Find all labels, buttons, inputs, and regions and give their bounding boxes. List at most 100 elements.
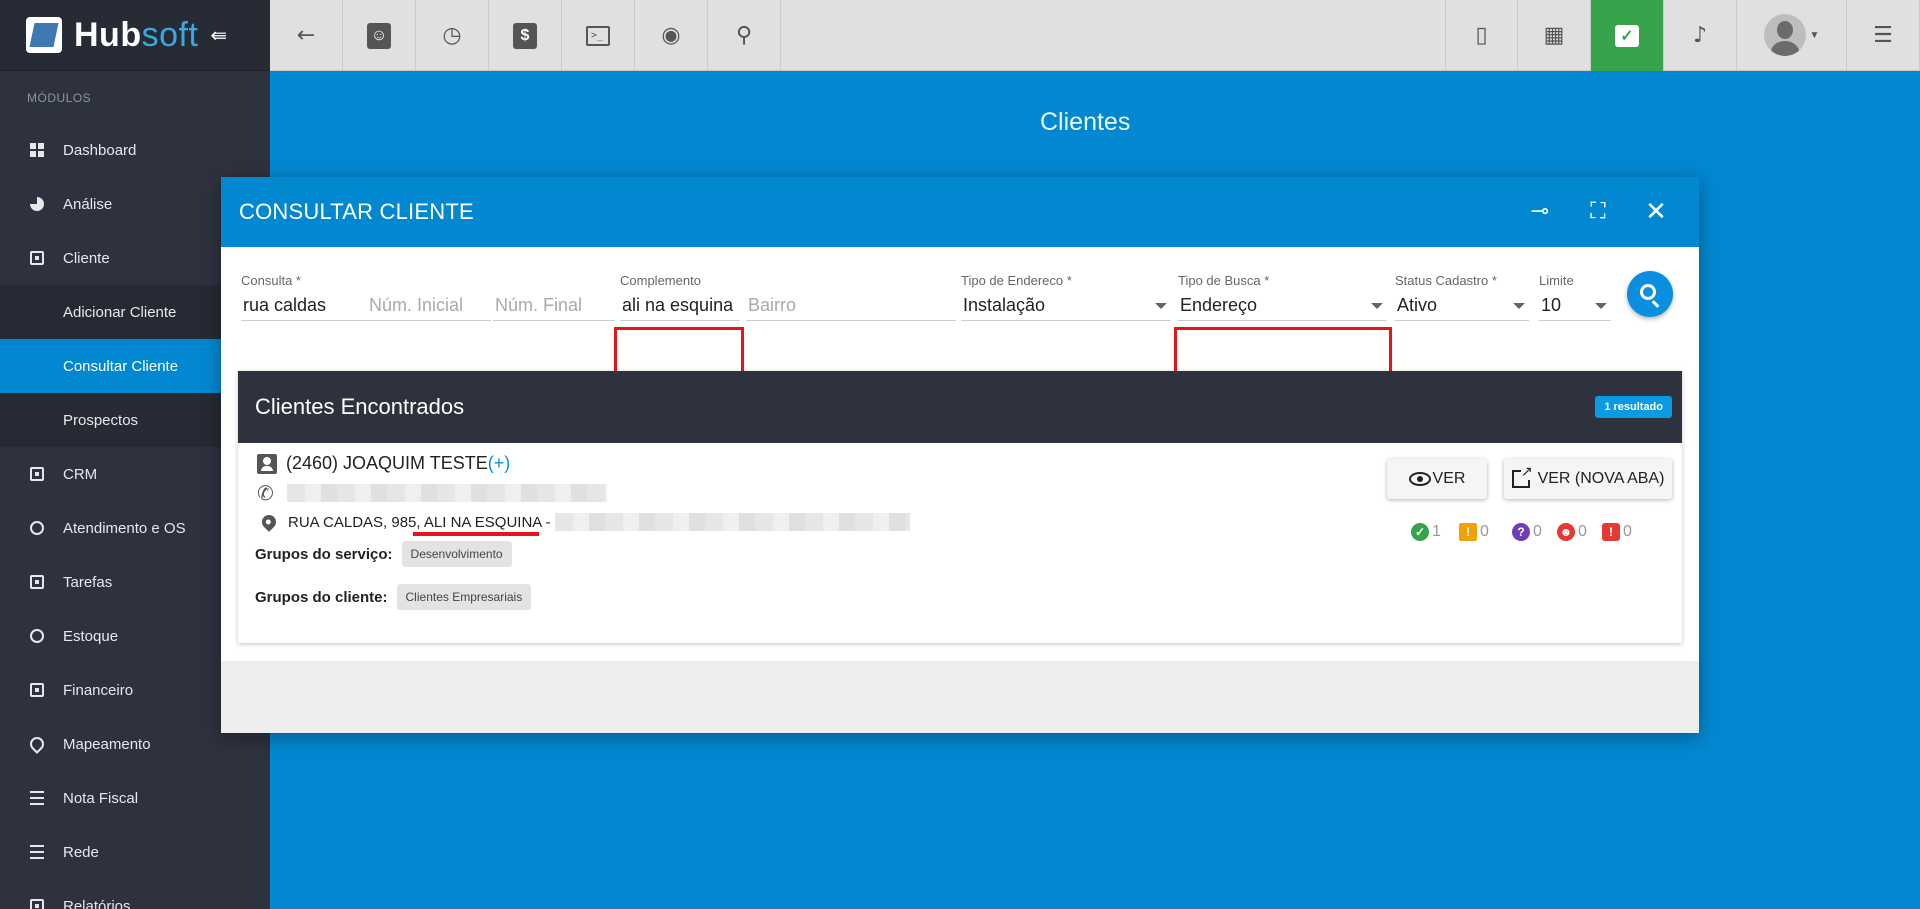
warning-icon: ! [1459, 523, 1477, 541]
report-icon [30, 899, 44, 909]
server-icon [30, 845, 44, 859]
service-groups-row: Grupos do serviço: Desenvolvimento [255, 541, 512, 567]
key-button[interactable]: ⊸ [1511, 177, 1569, 247]
num-final-field[interactable]: Núm. Final [493, 289, 615, 333]
menu-button[interactable]: ☰ [1847, 0, 1920, 71]
tasks-check-button[interactable]: ✓ [1591, 0, 1664, 71]
contact-icon [30, 251, 44, 265]
complemento-field[interactable]: Complemento ali na esquina [620, 273, 740, 321]
calendar-grid-icon: ▦ [1543, 22, 1565, 48]
consulta-field[interactable]: Consulta * rua caldas [241, 273, 381, 321]
stat-warning: ! 0 [1459, 523, 1489, 541]
hubsoft-logo [26, 17, 62, 53]
client-phone-line: ✆ [257, 481, 607, 505]
search-icon [1640, 284, 1656, 300]
address-underline-highlight [413, 532, 539, 536]
dropdown-arrow-icon [1155, 303, 1167, 309]
check-circle-icon: ✓ [1411, 523, 1429, 541]
client-groups-row: Grupos do cliente: Clientes Empresariais [255, 584, 532, 610]
search-submit-button[interactable] [1627, 271, 1673, 317]
dollar-box-icon [30, 683, 44, 697]
dropdown-arrow-icon [1371, 303, 1383, 309]
num-inicial-field[interactable]: Núm. Inicial [367, 289, 491, 333]
bell-icon: ♪ [1692, 22, 1708, 48]
top-toolbar: ← ☺ ◷ $ >_ ◉ ⚲ ▯ ▦ ✓ ♪ ▼ ☰ [270, 0, 1920, 71]
limite-select[interactable]: Limite 10 [1539, 273, 1611, 321]
fullscreen-icon: ⛶ [1590, 199, 1606, 224]
person-alert-icon: ☻ [1557, 523, 1575, 541]
client-address-line: RUA CALDAS, 985, ALI NA ESQUINA - [257, 512, 910, 532]
pie-chart-icon [30, 197, 44, 211]
collapse-sidebar-icon[interactable]: ⇚ [210, 23, 227, 48]
schedule-button[interactable]: ◷ [416, 0, 489, 71]
stat-question: ? 0 [1512, 523, 1542, 541]
tipo-busca-select[interactable]: Tipo de Busca * Endereço [1178, 273, 1387, 321]
close-button[interactable]: ✕ [1627, 177, 1685, 247]
question-icon: ? [1512, 523, 1530, 541]
results-count-badge: 1 resultado [1595, 396, 1672, 418]
fullscreen-button[interactable]: ⛶ [1569, 177, 1627, 247]
view-button[interactable]: VER [1387, 459, 1487, 499]
page-title: Clientes [1040, 108, 1131, 136]
back-button[interactable]: ← [270, 0, 343, 71]
service-group-tag: Desenvolvimento [401, 541, 512, 567]
view-button[interactable]: ◉ [635, 0, 708, 71]
dollar-icon: $ [513, 22, 537, 49]
open-external-icon [1511, 464, 1533, 488]
client-result-row: (2460) JOAQUIM TESTE (+) ✆ RUA CALDAS, 98… [238, 443, 1682, 643]
sidebar-item-rede[interactable]: Rede [0, 825, 270, 879]
contacts-button[interactable]: ☺ [343, 0, 416, 71]
map-pin-icon [27, 734, 47, 754]
sidebar-item-dashboard[interactable]: Dashboard [0, 123, 270, 177]
alert-message-icon: ! [1602, 523, 1620, 541]
status-cadastro-select[interactable]: Status Cadastro * Ativo [1395, 273, 1529, 321]
view-new-tab-button[interactable]: VER (NOVA ABA) [1504, 459, 1672, 499]
bairro-field[interactable]: Bairro [746, 289, 956, 333]
invoice-icon [30, 791, 44, 805]
tipo-endereco-select[interactable]: Tipo de Endereco * Instalação [961, 273, 1171, 321]
finance-button[interactable]: $ [489, 0, 562, 71]
results-title: Clientes Encontrados [255, 394, 465, 419]
eye-icon: ◉ [661, 22, 681, 48]
phone-icon: ✆ [257, 481, 274, 505]
check-message-icon: ✓ [1615, 24, 1639, 47]
search-form: Consulta * rua caldas Núm. Inicial Núm. … [221, 247, 1699, 397]
client-name-line: (2460) JOAQUIM TESTE (+) [257, 453, 510, 474]
search-icon: ⚲ [735, 22, 753, 48]
avatar [1763, 14, 1806, 56]
map-pin-icon [259, 512, 279, 532]
search-button[interactable]: ⚲ [708, 0, 781, 71]
chevron-down-icon: ▼ [1809, 29, 1820, 41]
notifications-button[interactable]: ♪ [1664, 0, 1737, 71]
modal-header: CONSULTAR CLIENTE ⊸ ⛶ ✕ [221, 177, 1699, 247]
close-icon: ✕ [1645, 197, 1667, 227]
modal-title: CONSULTAR CLIENTE [239, 199, 474, 224]
pdf-button[interactable]: ▯ [1445, 0, 1518, 71]
stat-alert: ! 0 [1602, 523, 1632, 541]
results-header: Clientes Encontrados 1 resultado [238, 371, 1682, 443]
consult-client-modal: CONSULTAR CLIENTE ⊸ ⛶ ✕ Consulta * rua c… [221, 177, 1699, 733]
arrow-left-icon: ← [296, 22, 316, 48]
eye-icon [1408, 472, 1431, 486]
terminal-icon: >_ [586, 25, 610, 46]
redacted-phone [287, 484, 607, 502]
grid-icon [30, 143, 44, 157]
sidebar-item-relatorios[interactable]: Relatórios [0, 879, 270, 909]
terminal-button[interactable]: >_ [562, 0, 635, 71]
briefcase-icon [30, 575, 44, 589]
brand-header: Hubsoft ⇚ [0, 0, 270, 71]
contact-card-icon: ☺ [367, 22, 391, 49]
user-menu[interactable]: ▼ [1737, 0, 1847, 70]
brand-name: Hubsoft [74, 15, 199, 54]
modal-footer [221, 661, 1699, 733]
results-panel: Clientes Encontrados 1 resultado (2460) … [238, 371, 1682, 643]
package-icon [30, 629, 44, 643]
expand-client-link[interactable]: (+) [488, 453, 511, 474]
pdf-file-icon: ▯ [1475, 22, 1488, 48]
kanban-icon [30, 467, 44, 481]
sidebar-item-nota-fiscal[interactable]: Nota Fiscal [0, 771, 270, 825]
stat-ok: ✓ 1 [1411, 523, 1441, 541]
stat-person: ☻ 0 [1557, 523, 1587, 541]
calendar-button[interactable]: ▦ [1518, 0, 1591, 71]
